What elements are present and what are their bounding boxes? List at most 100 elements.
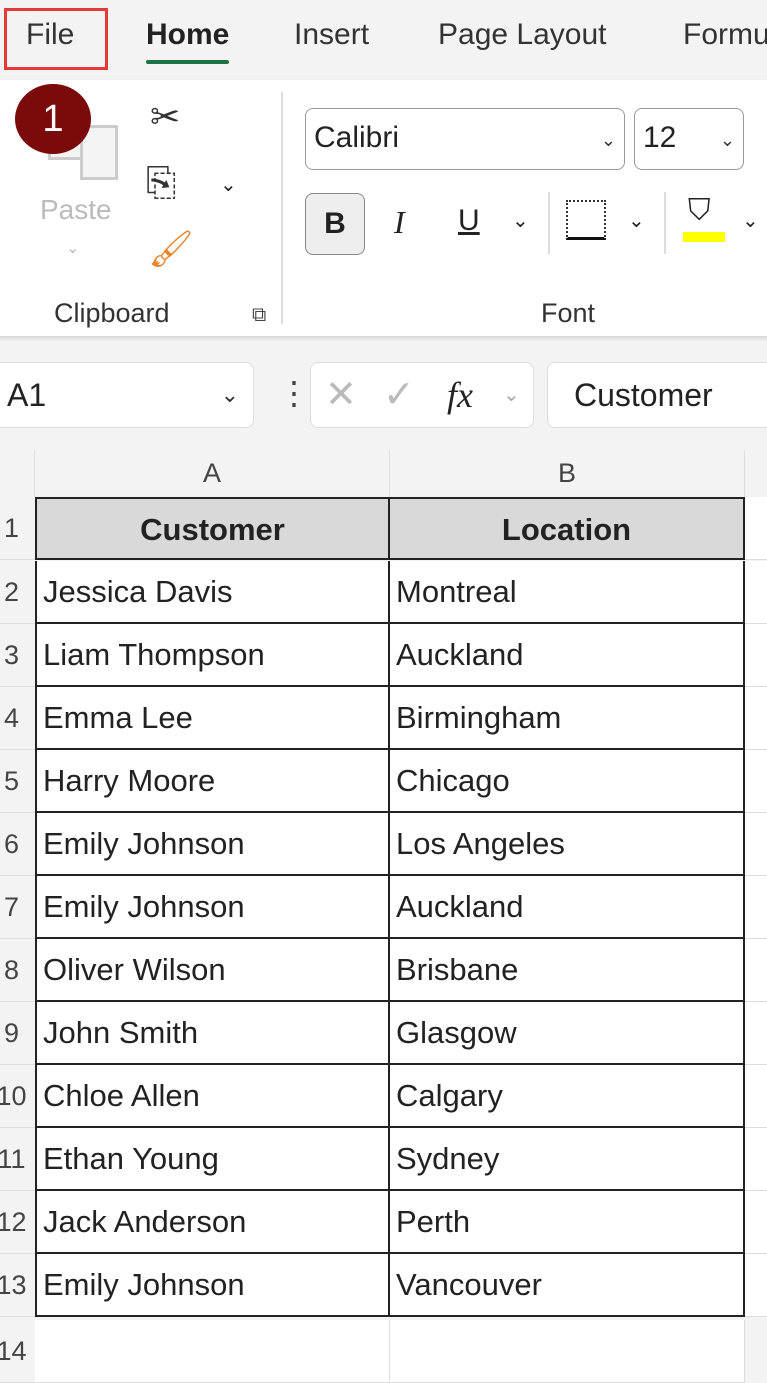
cell-c[interactable] bbox=[745, 1128, 767, 1191]
row-header[interactable]: 12 bbox=[0, 1191, 35, 1254]
cell-c[interactable] bbox=[745, 1191, 767, 1254]
row-header[interactable]: 8 bbox=[0, 939, 35, 1002]
row-header[interactable]: 5 bbox=[0, 750, 35, 813]
tab-file[interactable]: File bbox=[26, 18, 74, 52]
cell[interactable] bbox=[390, 1320, 745, 1383]
borders-icon[interactable] bbox=[566, 200, 606, 240]
tab-page-layout[interactable]: Page Layout bbox=[438, 18, 606, 52]
fill-color-icon[interactable]: ⛉ bbox=[688, 194, 711, 228]
header-cell-location[interactable]: Location bbox=[390, 497, 745, 560]
row-header[interactable]: 6 bbox=[0, 813, 35, 876]
row-header[interactable]: 1 bbox=[0, 497, 35, 560]
row-header[interactable]: 4 bbox=[0, 687, 35, 750]
font-size-select[interactable]: 12 ⌄ bbox=[634, 108, 744, 170]
cell-c[interactable] bbox=[745, 1002, 767, 1065]
tab-formulas[interactable]: Formu bbox=[683, 18, 767, 52]
header-cell-customer[interactable]: Customer bbox=[35, 497, 390, 560]
italic-button[interactable]: I bbox=[394, 204, 405, 241]
customer-cell[interactable]: Emily Johnson bbox=[35, 813, 390, 876]
chevron-down-icon: ⌄ bbox=[220, 382, 239, 407]
location-cell[interactable]: Sydney bbox=[390, 1128, 745, 1191]
customer-cell[interactable]: Jack Anderson bbox=[35, 1191, 390, 1254]
location-cell[interactable]: Calgary bbox=[390, 1065, 745, 1128]
location-cell[interactable]: Los Angeles bbox=[390, 813, 745, 876]
row-header[interactable]: 10 bbox=[0, 1065, 35, 1128]
cell-c[interactable] bbox=[745, 624, 767, 687]
customer-cell[interactable]: Liam Thompson bbox=[35, 624, 390, 687]
column-header-b[interactable]: B bbox=[390, 450, 745, 497]
location-cell[interactable]: Birmingham bbox=[390, 687, 745, 750]
name-box-value: A1 bbox=[7, 377, 47, 413]
cell-c[interactable] bbox=[745, 1065, 767, 1128]
row-header[interactable]: 14 bbox=[0, 1320, 35, 1383]
row-header[interactable]: 3 bbox=[0, 624, 35, 687]
cell-c[interactable] bbox=[745, 876, 767, 939]
chevron-down-icon: ⌄ bbox=[719, 130, 735, 150]
location-cell[interactable]: Chicago bbox=[390, 750, 745, 813]
bold-button[interactable]: B bbox=[305, 193, 365, 255]
paste-label[interactable]: Paste bbox=[40, 194, 112, 226]
tab-insert[interactable]: Insert bbox=[294, 18, 369, 52]
location-cell[interactable]: Auckland bbox=[390, 624, 745, 687]
cell[interactable] bbox=[35, 1320, 390, 1383]
cell-c[interactable] bbox=[745, 497, 767, 560]
table-row: 9 John Smith Glasgow bbox=[0, 1002, 767, 1065]
cell-c[interactable] bbox=[745, 813, 767, 876]
customer-cell[interactable]: Chloe Allen bbox=[35, 1065, 390, 1128]
copy-chevron-icon[interactable]: ⌄ bbox=[220, 172, 237, 197]
cell-c[interactable] bbox=[745, 750, 767, 813]
customer-cell[interactable]: John Smith bbox=[35, 1002, 390, 1065]
underline-chevron-icon[interactable]: ⌄ bbox=[512, 208, 529, 233]
empty-row: 14 bbox=[0, 1320, 767, 1383]
cell-c[interactable] bbox=[745, 561, 767, 624]
borders-chevron-icon[interactable]: ⌄ bbox=[628, 208, 645, 233]
font-group-label: Font bbox=[541, 298, 596, 328]
dialog-launcher-icon[interactable]: ⧉ bbox=[252, 304, 266, 327]
font-name-select[interactable]: Calibri ⌄ bbox=[305, 108, 625, 170]
table-row: 11 Ethan Young Sydney bbox=[0, 1128, 767, 1191]
format-painter-icon[interactable]: 🖌 bbox=[148, 228, 194, 270]
cancel-icon[interactable]: ✕ bbox=[325, 363, 357, 427]
location-cell[interactable]: Perth bbox=[390, 1191, 745, 1254]
row-header[interactable]: 9 bbox=[0, 1002, 35, 1065]
select-all-corner[interactable] bbox=[0, 450, 35, 497]
location-cell[interactable]: Auckland bbox=[390, 876, 745, 939]
cell-c[interactable] bbox=[745, 1254, 767, 1317]
customer-cell[interactable]: Emily Johnson bbox=[35, 1254, 390, 1317]
step-badge: 1 bbox=[15, 84, 91, 154]
row-header[interactable]: 7 bbox=[0, 876, 35, 939]
row-header[interactable]: 11 bbox=[0, 1128, 35, 1191]
enter-icon[interactable]: ✓ bbox=[383, 363, 415, 427]
tab-home[interactable]: Home bbox=[146, 18, 230, 64]
row-header[interactable]: 2 bbox=[0, 561, 35, 624]
customer-cell[interactable]: Ethan Young bbox=[35, 1128, 390, 1191]
fill-chevron-icon[interactable]: ⌄ bbox=[742, 208, 759, 233]
row-header[interactable]: 13 bbox=[0, 1254, 35, 1317]
copy-icon[interactable]: ⎘ bbox=[146, 162, 176, 205]
insert-function-button[interactable]: fx bbox=[447, 363, 473, 427]
column-header-c[interactable] bbox=[745, 450, 767, 497]
customer-cell[interactable]: Oliver Wilson bbox=[35, 939, 390, 1002]
customer-cell[interactable]: Emma Lee bbox=[35, 687, 390, 750]
customer-cell[interactable]: Harry Moore bbox=[35, 750, 390, 813]
chevron-down-icon: ⌄ bbox=[503, 384, 520, 406]
column-header-a[interactable]: A bbox=[35, 450, 390, 497]
name-box[interactable]: A1 ⌄ bbox=[0, 362, 254, 428]
location-cell[interactable]: Glasgow bbox=[390, 1002, 745, 1065]
customer-cell[interactable]: Emily Johnson bbox=[35, 876, 390, 939]
cell-c[interactable] bbox=[745, 939, 767, 1002]
chevron-down-icon: ⌄ bbox=[600, 130, 616, 150]
paste-chevron-icon[interactable]: ⌄ bbox=[66, 238, 79, 258]
cell-c[interactable] bbox=[745, 687, 767, 750]
location-cell[interactable]: Montreal bbox=[390, 561, 745, 624]
location-cell[interactable]: Vancouver bbox=[390, 1254, 745, 1317]
table-row: 13 Emily Johnson Vancouver bbox=[0, 1254, 767, 1317]
formula-input[interactable]: Customer bbox=[547, 362, 767, 428]
underline-button[interactable]: U bbox=[458, 204, 480, 238]
cut-icon[interactable]: ✂ bbox=[150, 96, 180, 138]
customer-cell[interactable]: Jessica Davis bbox=[35, 561, 390, 624]
location-cell[interactable]: Brisbane bbox=[390, 939, 745, 1002]
table-row: 12 Jack Anderson Perth bbox=[0, 1191, 767, 1254]
font-size-value: 12 bbox=[643, 121, 677, 154]
more-options-icon[interactable]: ⋮ bbox=[278, 374, 310, 412]
